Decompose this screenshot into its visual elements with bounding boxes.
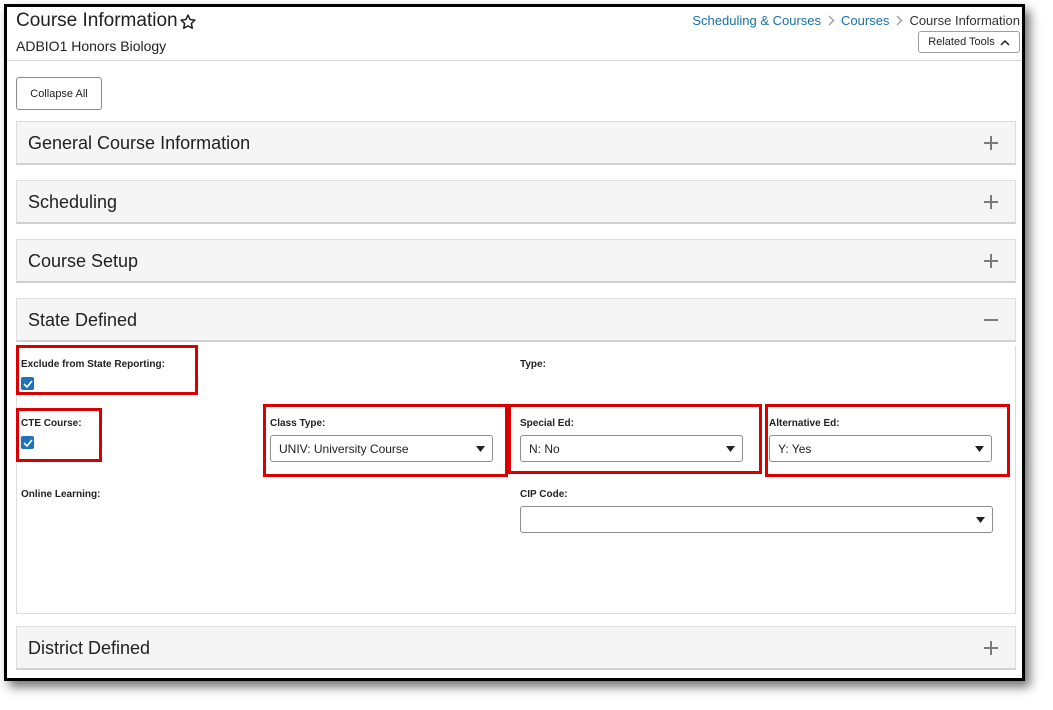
course-subtitle: ADBIO1 Honors Biology (16, 38, 167, 54)
star-icon[interactable] (179, 13, 197, 31)
breadcrumb-link-scheduling-courses[interactable]: Scheduling & Courses (692, 13, 821, 28)
highlight-exclude-from-state-reporting (16, 345, 198, 395)
collapse-all-button[interactable]: Collapse All (16, 77, 102, 110)
plus-icon[interactable] (983, 194, 999, 210)
plus-icon[interactable] (983, 135, 999, 151)
dropdown-arrow-icon (976, 517, 985, 523)
cip-code-label: CIP Code: (520, 489, 568, 500)
app-window: Course Information ADBIO1 Honors Biology… (4, 4, 1025, 681)
type-label: Type: (520, 359, 546, 370)
breadcrumb-link-courses[interactable]: Courses (841, 13, 889, 28)
panel-title: District Defined (28, 638, 151, 658)
panel-title: General Course Information (28, 133, 251, 153)
panel-course-setup[interactable]: Course Setup (16, 239, 1016, 283)
plus-icon[interactable] (983, 640, 999, 656)
panel-title: State Defined (28, 310, 138, 330)
highlight-class-type (263, 404, 508, 477)
online-learning-label: Online Learning: (21, 489, 101, 500)
cip-code-select[interactable] (520, 506, 993, 533)
panel-general-course-information[interactable]: General Course Information (16, 121, 1016, 165)
panel-title: Scheduling (28, 192, 118, 212)
breadcrumb-current: Course Information (909, 13, 1020, 28)
breadcrumb: Scheduling & Courses Courses Course Info… (692, 13, 1020, 28)
page-title: Course Information (16, 10, 178, 31)
panel-title: Course Setup (28, 251, 139, 271)
highlight-cte-course (16, 408, 102, 462)
panel-district-defined[interactable]: District Defined (16, 626, 1016, 670)
related-tools-button[interactable]: Related Tools (918, 31, 1020, 53)
chevron-right-icon (821, 15, 841, 27)
chevron-right-icon (889, 15, 909, 27)
highlight-alternative-ed (765, 404, 1010, 477)
minus-icon[interactable] (983, 312, 999, 328)
panel-state-defined[interactable]: State Defined (16, 298, 1016, 342)
chevron-up-icon (1000, 39, 1010, 46)
related-tools-label: Related Tools (928, 36, 995, 48)
panel-scheduling[interactable]: Scheduling (16, 180, 1016, 224)
highlight-special-ed (508, 404, 762, 474)
page-header: Course Information ADBIO1 Honors Biology… (7, 7, 1022, 61)
plus-icon[interactable] (983, 253, 999, 269)
